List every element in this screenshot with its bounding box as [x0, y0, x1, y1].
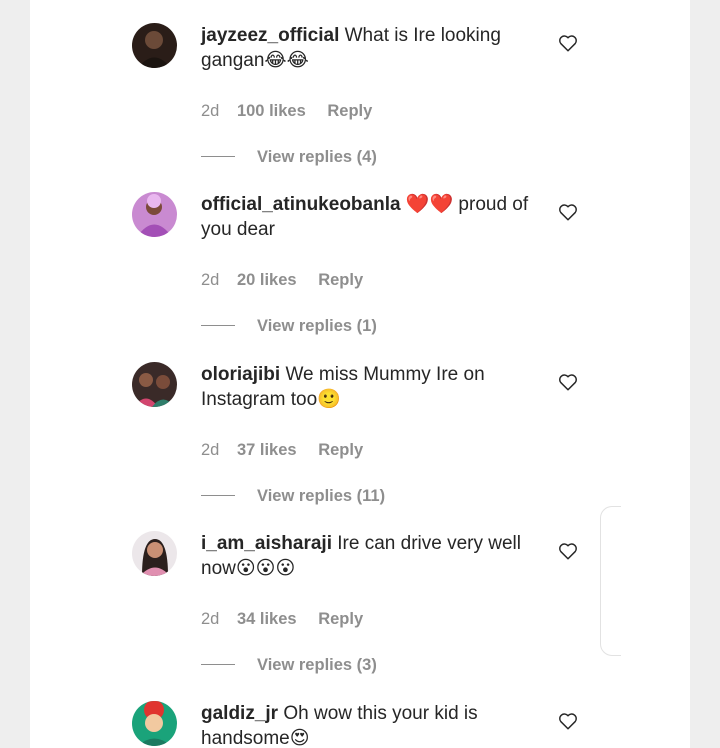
side-drawer-handle[interactable] — [600, 506, 621, 656]
comment-likes[interactable]: 34 likes — [237, 610, 297, 629]
comment-likes[interactable]: 20 likes — [237, 271, 297, 290]
view-replies-button[interactable]: View replies (3) — [201, 656, 377, 675]
view-replies-label: View replies (3) — [257, 656, 377, 674]
comment-meta: 2d 100 likes Reply — [201, 102, 372, 121]
avatar[interactable] — [132, 23, 177, 68]
reply-button[interactable]: Reply — [327, 102, 372, 121]
heart-outline-icon[interactable] — [558, 542, 578, 560]
comment-username[interactable]: galdiz_jr — [201, 703, 278, 724]
comment-time: 2d — [201, 610, 220, 628]
comment-meta: 2d 20 likes Reply — [201, 271, 363, 290]
comment-text: official_atinukeobanla ❤️❤️ proud of you… — [201, 192, 537, 242]
heart-outline-icon[interactable] — [558, 373, 578, 391]
reply-button[interactable]: Reply — [318, 610, 363, 629]
comment-time: 2d — [201, 441, 220, 459]
comment-likes[interactable]: 37 likes — [237, 441, 297, 460]
comment-text: i_am_aisharaji Ire can drive very well n… — [201, 531, 537, 581]
comment-text: oloriajibi We miss Mummy Ire on Instagra… — [201, 362, 537, 412]
comment-username[interactable]: oloriajibi — [201, 364, 280, 385]
view-replies-label: View replies (1) — [257, 317, 377, 335]
divider-line — [201, 325, 235, 327]
comment-username[interactable]: jayzeez_official — [201, 25, 339, 46]
comment-text: jayzeez_official What is Ire looking gan… — [201, 23, 537, 73]
comment-meta: 2d 37 likes Reply — [201, 441, 363, 460]
view-replies-button[interactable]: View replies (1) — [201, 317, 377, 336]
heart-outline-icon[interactable] — [558, 34, 578, 52]
comment-text: galdiz_jr Oh wow this your kid is handso… — [201, 701, 537, 748]
comments-panel: jayzeez_official What is Ire looking gan… — [30, 0, 690, 748]
divider-line — [201, 664, 235, 666]
avatar[interactable] — [132, 362, 177, 407]
comment-username[interactable]: i_am_aisharaji — [201, 533, 332, 554]
comment-username[interactable]: official_atinukeobanla — [201, 194, 401, 215]
heart-outline-icon[interactable] — [558, 712, 578, 730]
reply-button[interactable]: Reply — [318, 441, 363, 460]
reply-button[interactable]: Reply — [318, 271, 363, 290]
view-replies-label: View replies (11) — [257, 487, 386, 505]
avatar[interactable] — [132, 531, 177, 576]
comment-time: 2d — [201, 102, 220, 120]
avatar[interactable] — [132, 192, 177, 237]
view-replies-label: View replies (4) — [257, 148, 377, 166]
comment-likes[interactable]: 100 likes — [237, 102, 306, 121]
view-replies-button[interactable]: View replies (4) — [201, 148, 377, 167]
heart-outline-icon[interactable] — [558, 203, 578, 221]
divider-line — [201, 495, 235, 497]
view-replies-button[interactable]: View replies (11) — [201, 487, 385, 506]
divider-line — [201, 156, 235, 158]
comment-time: 2d — [201, 271, 220, 289]
avatar[interactable] — [132, 701, 177, 746]
comment-meta: 2d 34 likes Reply — [201, 610, 363, 629]
